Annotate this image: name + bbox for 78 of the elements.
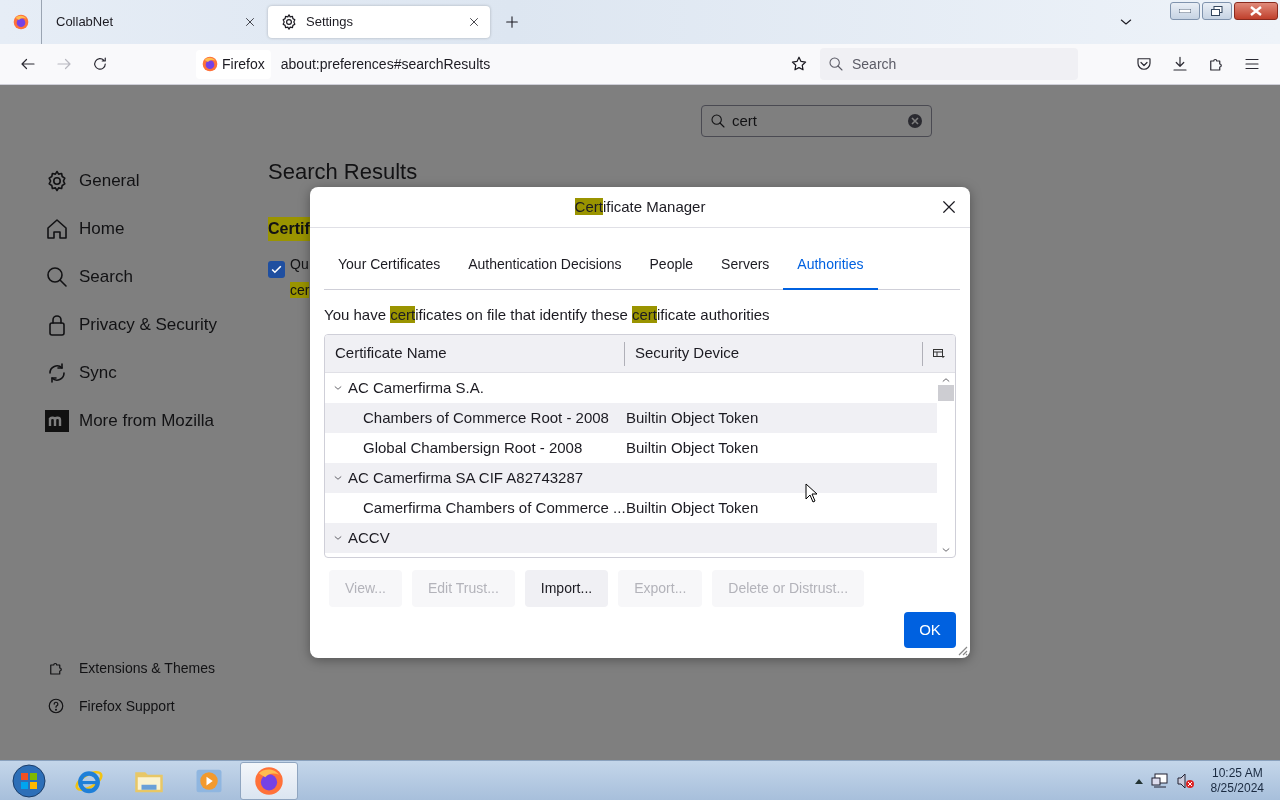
clock[interactable]: 10:25 AM 8/25/2024: [1210, 765, 1264, 796]
certificate-name: ACCV: [348, 527, 390, 548]
device-name: Builtin Object Token: [626, 497, 759, 518]
close-icon: [1250, 6, 1262, 16]
dialog-tab[interactable]: Authentication Decisions: [454, 242, 636, 290]
browser-logo-icon: [254, 765, 284, 796]
dialog-tab[interactable]: Your Certificates: [324, 242, 455, 290]
certificate-name: Chambers of Commerce Root - 2008: [363, 407, 609, 428]
browser-tab[interactable]: Settings: [268, 6, 490, 38]
tree-row[interactable]: Global Chambersign Root - 2008 Builtin Object Token: [325, 433, 937, 463]
browser-logo-icon: [202, 56, 218, 72]
tray-expand-icon[interactable]: [1134, 777, 1143, 784]
identity-button[interactable]: Firefox: [196, 49, 271, 79]
column-header[interactable]: Certificate Name: [325, 341, 625, 366]
footer-link[interactable]: Firefox Support: [45, 687, 268, 725]
certificate-name: AC Camerfirma SA CIF A82743287: [348, 467, 584, 488]
browser-tab[interactable]: CollabNet: [44, 6, 266, 38]
footer-link[interactable]: Extensions & Themes: [45, 649, 268, 687]
tree-row[interactable]: Chambers of Commerce Root - 2008 Builtin Object Token: [325, 403, 937, 433]
home-icon: [45, 217, 69, 241]
search-icon: [828, 56, 844, 72]
sidebar-item[interactable]: Sync: [45, 349, 268, 397]
tree-row[interactable]: ACCV: [325, 523, 937, 553]
search-icon: [45, 265, 69, 289]
muted-speaker-icon[interactable]: [1176, 772, 1195, 789]
square-logo-icon: [45, 409, 69, 433]
search-icon: [710, 113, 726, 129]
close-icon[interactable]: [468, 16, 480, 28]
tree-row[interactable]: AC Camerfirma SA CIF A82743287: [325, 463, 937, 493]
dialog-tab[interactable]: People: [635, 242, 708, 290]
minimize-icon: [1179, 9, 1191, 13]
close-icon[interactable]: [940, 198, 958, 216]
bookmark-star-icon[interactable]: [790, 55, 808, 73]
scrollbar-thumb[interactable]: [938, 385, 954, 401]
download-icon[interactable]: [1171, 55, 1189, 73]
device-name: Builtin Object Token: [626, 437, 759, 458]
restore-icon: [1211, 6, 1223, 16]
sidebar-item[interactable]: Search: [45, 253, 268, 301]
cursor-icon: [805, 483, 819, 503]
dialog-tab[interactable]: Authorities: [783, 242, 878, 290]
new-tab-button[interactable]: [504, 14, 520, 30]
scroll-up-icon[interactable]: [941, 375, 951, 385]
tree-row[interactable]: Camerfirma Chambers of Commerce ...Builtin Object Token: [325, 493, 937, 523]
sidebar-item[interactable]: General: [45, 157, 268, 205]
dialog-button[interactable]: Import...: [524, 570, 609, 607]
clear-icon[interactable]: [907, 113, 923, 129]
certificate-name: AC Camerfirma S.A.: [348, 377, 484, 398]
description-text: You have certificates on file that identify these certificate authorities: [324, 305, 771, 324]
close-icon[interactable]: [244, 16, 256, 28]
tree-row[interactable]: AC Camerfirma S.A.: [325, 373, 937, 403]
page-heading: Search Results: [268, 160, 418, 186]
resize-grip-icon[interactable]: [956, 644, 968, 656]
dialog-tab[interactable]: Servers: [707, 242, 784, 290]
pocket-icon[interactable]: [1135, 55, 1153, 73]
windows-logo-icon: [12, 763, 46, 798]
certificate-name: Global Chambersign Root - 2008: [363, 437, 583, 458]
help-icon: [47, 697, 65, 715]
reload-icon: [91, 55, 109, 73]
network-icon[interactable]: [1150, 772, 1169, 789]
close-button[interactable]: [1234, 2, 1278, 20]
device-name: Builtin Object Token: [626, 407, 759, 428]
search-field[interactable]: cert: [701, 105, 932, 137]
sidebar-item[interactable]: Privacy & Security: [45, 301, 268, 349]
gear-icon: [280, 13, 298, 31]
taskbar-app[interactable]: [240, 761, 298, 800]
url-text[interactable]: about:preferences#searchResults: [280, 53, 780, 75]
column-picker-icon[interactable]: [933, 348, 945, 359]
checkmark-icon: [270, 263, 283, 276]
browser-logo-icon: [12, 14, 29, 30]
section-title: Certif: [268, 217, 310, 241]
checkbox[interactable]: [268, 261, 285, 278]
sidebar-item[interactable]: More from Mozilla: [45, 397, 268, 445]
certificate-name: Camerfirma Chambers of Commerce ...: [363, 497, 625, 518]
restore-button[interactable]: [1202, 2, 1232, 20]
column-header[interactable]: Security Device: [625, 341, 923, 366]
ok-button[interactable]: OK: [904, 612, 956, 648]
sidebar-item[interactable]: Home: [45, 205, 268, 253]
search-field[interactable]: Search: [820, 48, 1078, 80]
